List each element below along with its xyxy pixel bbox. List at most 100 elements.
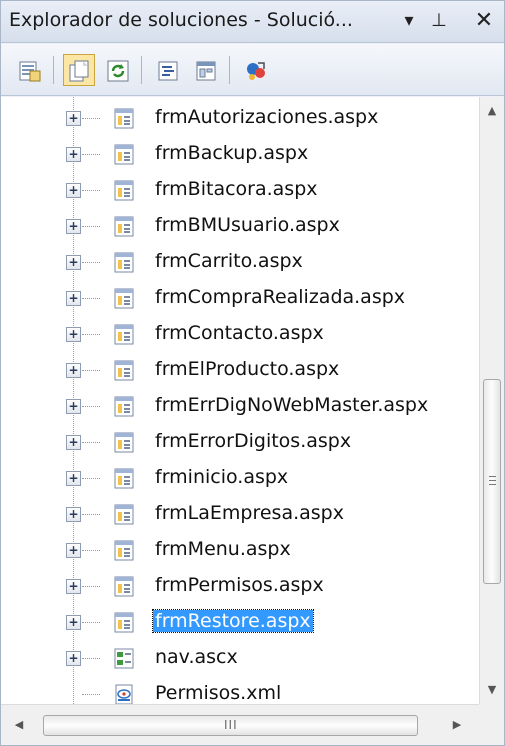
- tree-item[interactable]: + frmCompraRealizada.aspx: [1, 279, 479, 315]
- tree-item[interactable]: + frmRestore.aspx: [1, 603, 479, 639]
- refresh-button[interactable]: [101, 54, 133, 86]
- tree-connector-line: [82, 226, 100, 227]
- toolbar: [1, 44, 504, 96]
- tree-item[interactable]: + frmMenu.aspx: [1, 531, 479, 567]
- horizontal-scrollbar[interactable]: ◀ III ▶: [1, 704, 479, 745]
- tree-item-label: frmElProducto.aspx: [155, 358, 340, 380]
- expand-icon[interactable]: +: [66, 183, 81, 198]
- tree-item[interactable]: + frmErrorDigitos.aspx: [1, 423, 479, 459]
- aspx-file-icon: [114, 288, 134, 309]
- aspx-file-icon: [114, 504, 134, 525]
- view-code-icon: [158, 61, 178, 81]
- tree-item-label: frmMenu.aspx: [155, 538, 291, 560]
- tree-item[interactable]: + frmErrDigNoWebMaster.aspx: [1, 387, 479, 423]
- toolbar-separator: [229, 56, 230, 84]
- expand-icon[interactable]: +: [66, 111, 81, 126]
- tree-item-label: frmErrorDigitos.aspx: [155, 430, 352, 452]
- expand-icon[interactable]: +: [66, 615, 81, 630]
- expand-icon[interactable]: +: [66, 147, 81, 162]
- expand-icon[interactable]: +: [66, 219, 81, 234]
- scrollbar-corner: [479, 704, 504, 745]
- tree-item-label: frmBMUsuario.aspx: [155, 214, 340, 236]
- tree-item[interactable]: + frmElProducto.aspx: [1, 351, 479, 387]
- expand-icon[interactable]: +: [66, 363, 81, 378]
- aspx-file-icon: [114, 576, 134, 597]
- expand-icon[interactable]: +: [66, 543, 81, 558]
- horizontal-scroll-thumb[interactable]: III: [43, 715, 418, 736]
- tree-connector-line: [82, 298, 100, 299]
- expand-icon[interactable]: +: [66, 255, 81, 270]
- tree-connector-line: [82, 406, 100, 407]
- tree-item[interactable]: + nav.ascx: [1, 639, 479, 675]
- tree-item[interactable]: + frmLaEmpresa.aspx: [1, 495, 479, 531]
- window-position-dropdown-button[interactable]: ▾: [396, 5, 422, 37]
- scroll-left-button[interactable]: ◀: [7, 713, 31, 737]
- aspx-file-icon: [114, 216, 134, 237]
- scroll-right-button[interactable]: ▶: [445, 713, 469, 737]
- tree-item-label: frmAutorizaciones.aspx: [155, 106, 379, 128]
- tree-item[interactable]: + frmAutorizaciones.aspx: [1, 99, 479, 135]
- tree-connector-line: [82, 118, 100, 119]
- aspx-file-icon: [114, 540, 134, 561]
- scroll-down-button[interactable]: ▼: [480, 678, 504, 702]
- auto-hide-pin-button[interactable]: ⊥: [426, 5, 452, 37]
- tree-item[interactable]: + frmCarrito.aspx: [1, 243, 479, 279]
- expand-icon[interactable]: +: [66, 507, 81, 522]
- expand-icon[interactable]: +: [66, 327, 81, 342]
- tree-item-label: frmBackup.aspx: [155, 142, 309, 164]
- tree-connector-line: [82, 550, 100, 551]
- tree-item[interactable]: + frmContacto.aspx: [1, 315, 479, 351]
- view-code-button[interactable]: [151, 54, 183, 86]
- tree-connector-line: [82, 334, 100, 335]
- aspx-file-icon: [114, 468, 134, 489]
- properties-button[interactable]: [13, 54, 45, 86]
- vertical-scroll-thumb[interactable]: [483, 379, 501, 584]
- solution-explorer-window: Explorador de soluciones - Solució... ▾ …: [0, 0, 505, 746]
- tree-item[interactable]: + frminicio.aspx: [1, 459, 479, 495]
- view-designer-button[interactable]: [189, 54, 221, 86]
- tree-item[interactable]: + frmPermisos.aspx: [1, 567, 479, 603]
- view-designer-icon: [196, 61, 216, 81]
- expand-icon[interactable]: +: [66, 399, 81, 414]
- class-diagram-button[interactable]: [239, 54, 271, 86]
- tree-connector-line: [82, 154, 100, 155]
- scroll-up-button[interactable]: ▲: [480, 99, 504, 123]
- scroll-grip-icon: [489, 476, 496, 485]
- expand-icon[interactable]: +: [66, 471, 81, 486]
- tree-connector-line: [82, 694, 100, 695]
- title-bar[interactable]: Explorador de soluciones - Solució... ▾ …: [1, 1, 504, 43]
- expand-icon[interactable]: +: [66, 579, 81, 594]
- tree-item[interactable]: + frmBitacora.aspx: [1, 171, 479, 207]
- ascx-control-icon: [114, 648, 134, 669]
- tree-connector-line: [82, 514, 100, 515]
- aspx-file-icon: [114, 612, 134, 633]
- tree-item-label: frmLaEmpresa.aspx: [155, 502, 344, 524]
- vertical-scrollbar[interactable]: ▲ ▼: [479, 97, 504, 704]
- properties-icon: [19, 61, 41, 82]
- tree-item-label: frmCarrito.aspx: [155, 250, 303, 272]
- aspx-file-icon: [114, 108, 134, 129]
- solution-tree[interactable]: + frmAutorizaciones.aspx + frmBackup.aspx + f…: [1, 97, 479, 704]
- close-button[interactable]: ✕: [471, 5, 497, 37]
- aspx-file-icon: [114, 144, 134, 165]
- tree-item[interactable]: + frmBackup.aspx: [1, 135, 479, 171]
- aspx-file-icon: [114, 432, 134, 453]
- tree-item[interactable]: + frmBMUsuario.aspx: [1, 207, 479, 243]
- expand-icon[interactable]: +: [66, 435, 81, 450]
- tree-item-label: frmPermisos.aspx: [155, 574, 324, 596]
- toolbar-separator: [53, 56, 54, 84]
- aspx-file-icon: [114, 252, 134, 273]
- expand-icon[interactable]: +: [66, 651, 81, 666]
- expand-icon[interactable]: +: [66, 291, 81, 306]
- window-title: Explorador de soluciones - Solució...: [9, 9, 353, 31]
- tree-connector-line: [82, 262, 100, 263]
- tree-item-label: frminicio.aspx: [155, 466, 289, 488]
- show-all-files-button[interactable]: [63, 54, 95, 86]
- aspx-file-icon: [114, 360, 134, 381]
- tree-item-label: frmContacto.aspx: [155, 322, 324, 344]
- xml-file-icon: [114, 684, 134, 704]
- scroll-grip-icon: III: [224, 718, 238, 732]
- tree-item[interactable]: Permisos.xml: [1, 675, 479, 704]
- tree-connector-line: [82, 442, 100, 443]
- aspx-file-icon: [114, 324, 134, 345]
